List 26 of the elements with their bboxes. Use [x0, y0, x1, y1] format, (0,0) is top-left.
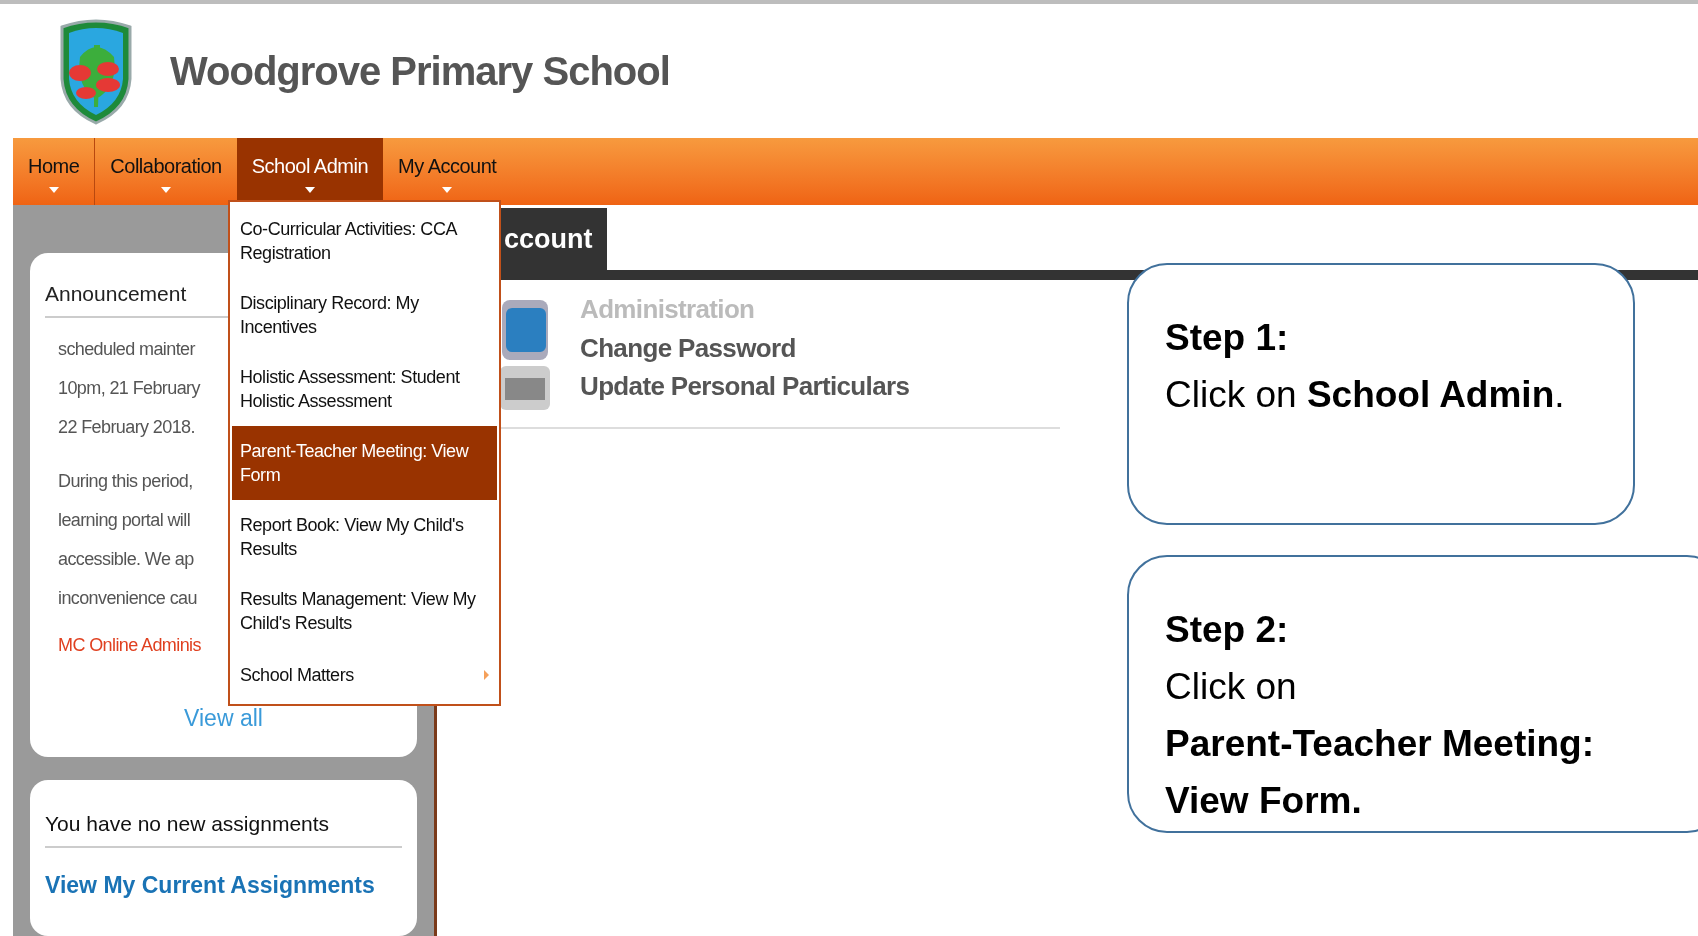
signature-text: MC Online Adminis	[58, 633, 201, 657]
menu-item[interactable]: Parent-Teacher Meeting: View Form	[232, 426, 497, 500]
section-title: Administration	[580, 293, 756, 326]
caret-icon	[442, 186, 453, 193]
assignments-title: You have no new assignments	[45, 808, 402, 848]
current-assignments-link[interactable]: View My Current Assignments	[45, 867, 375, 902]
step-title: Step 1:	[1165, 316, 1289, 360]
step-title: Step 2:	[1165, 608, 1289, 652]
step-instruction: Click on School Admin.	[1165, 373, 1565, 417]
admin-link[interactable]: Update Personal Particulars	[580, 367, 910, 405]
announcement-text: During this period, learning portal will accessible. We ap inconvenience cau	[58, 469, 197, 610]
menu-item[interactable]: Report Book: View My Child's Results	[232, 500, 497, 574]
school-name: Woodgrove Primary School	[170, 48, 670, 95]
caret-icon	[48, 186, 59, 193]
caret-icon	[161, 186, 172, 193]
menu-item[interactable]: Results Management: View My Child's Results	[232, 574, 497, 648]
keyboard-monitor-icon	[500, 298, 550, 413]
caret-icon	[304, 186, 315, 193]
menu-item[interactable]: School Matters	[232, 648, 497, 702]
admin-link[interactable]: Change Password	[580, 329, 796, 367]
step-instruction: Click on Parent-Teacher Meeting: View Form.	[1165, 665, 1595, 823]
nav-tab[interactable]: Home	[13, 138, 95, 205]
nav-tab[interactable]: My Account	[383, 138, 512, 205]
announcement-text: scheduled mainter 10pm, 21 February 22 February 2018.	[58, 337, 200, 439]
menu-item[interactable]: Holistic Assessment: Student Holistic Assessment	[232, 352, 497, 426]
menu-item[interactable]: Disciplinary Record: My Incentives	[232, 278, 497, 352]
